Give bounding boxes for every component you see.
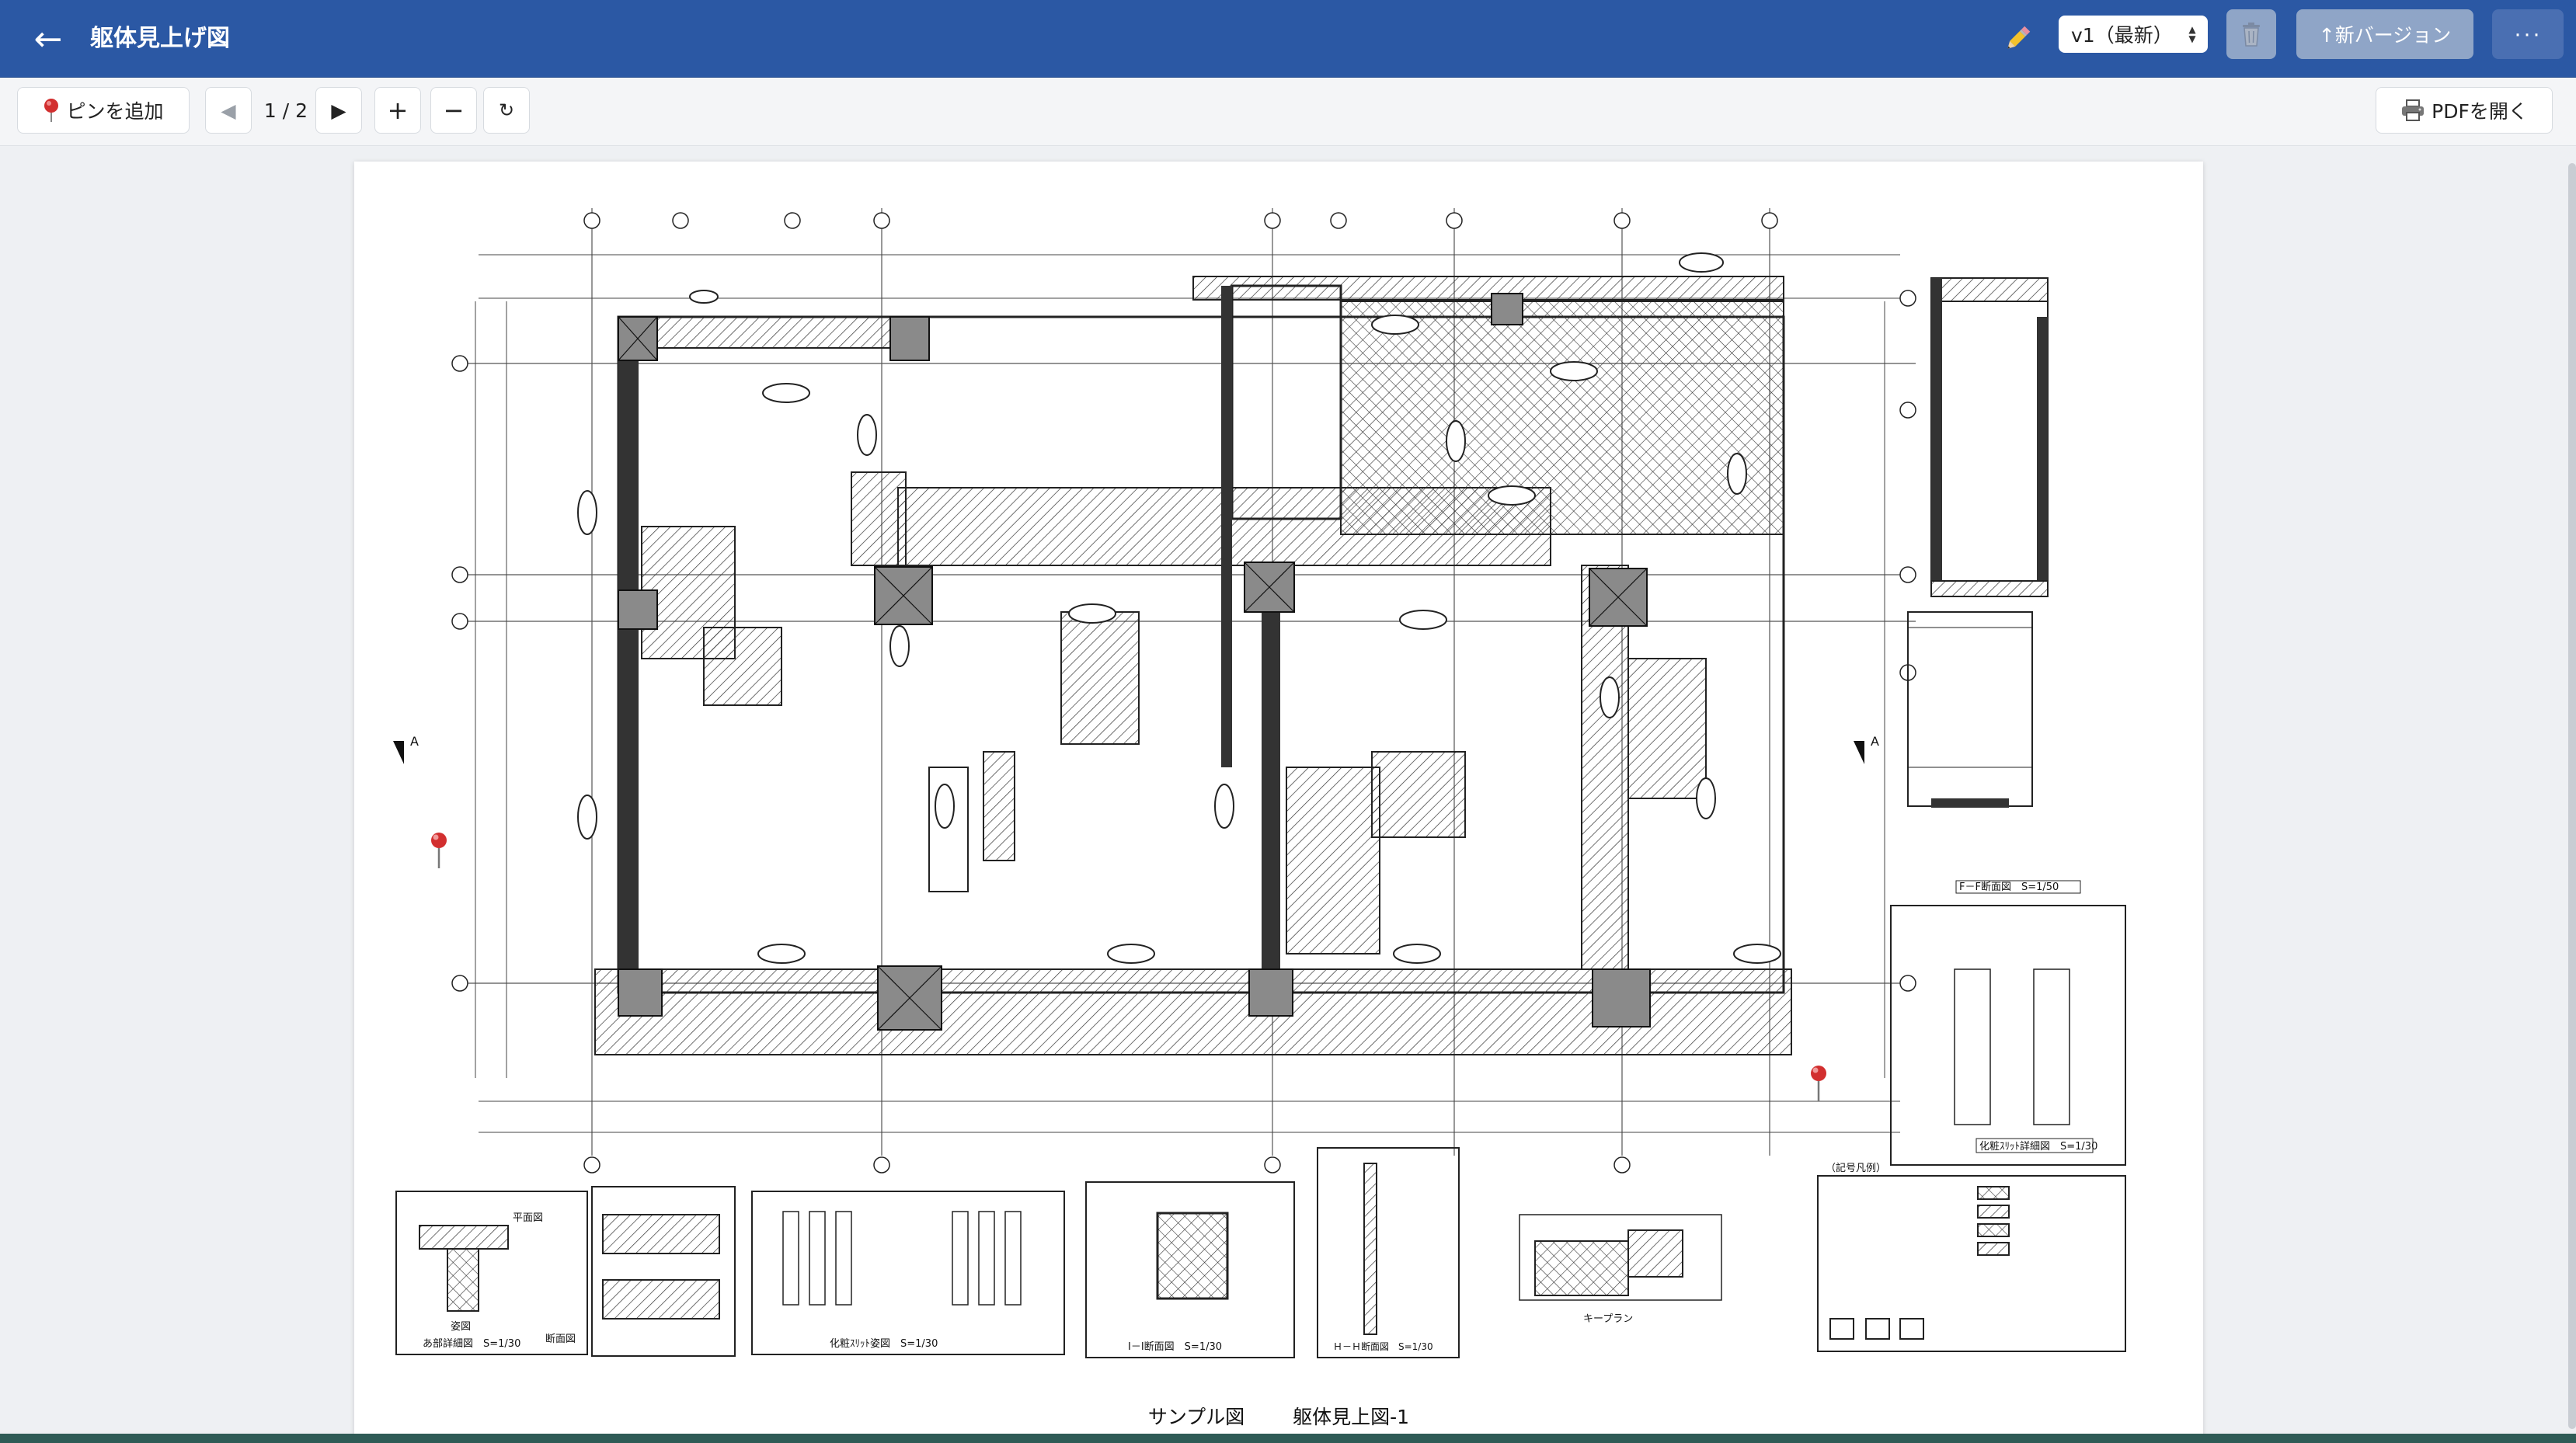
label-detail-hh: Ｈ－Ｈ断面図 S=1/30 bbox=[1333, 1340, 1433, 1352]
drawing-page[interactable]: A A F－F断面図 S=1/50 化粧ｽﾘｯﾄ詳細図 S=1/30 あ部詳細図… bbox=[354, 162, 2203, 1434]
label-detail-ii: Ⅰ－Ⅰ断面図 S=1/30 bbox=[1128, 1341, 1222, 1353]
version-select[interactable]: v1（最新） ▲ ▼ bbox=[2059, 16, 2208, 53]
map-pin-icon[interactable] bbox=[427, 831, 451, 870]
label-plan: 平面図 bbox=[513, 1212, 543, 1224]
pdf-viewer[interactable]: A A F－F断面図 S=1/50 化粧ｽﾘｯﾄ詳細図 S=1/30 あ部詳細図… bbox=[0, 146, 2576, 1434]
triangle-right-icon: ▶ bbox=[331, 99, 346, 122]
zoom-out-button[interactable]: − bbox=[430, 87, 477, 134]
chevron-updown-icon: ▲ ▼ bbox=[2188, 24, 2196, 44]
label-legend-title: （記号凡例） bbox=[1826, 1162, 1886, 1174]
delete-button[interactable] bbox=[2226, 9, 2276, 59]
app-header: ← 躯体見上げ図 v1（最新） ▲ ▼ ↑新バージョン ··· bbox=[0, 0, 2576, 78]
back-button[interactable]: ← bbox=[23, 14, 73, 64]
blueprint-drawing: A A F－F断面図 S=1/50 化粧ｽﾘｯﾄ詳細図 S=1/30 あ部詳細図… bbox=[393, 208, 2126, 1358]
add-pin-label: ピンを追加 bbox=[66, 100, 164, 123]
label-detail-a: あ部詳細図 S=1/30 bbox=[423, 1337, 520, 1350]
pencil-icon bbox=[2007, 26, 2031, 49]
page-title: 躯体見上げ図 bbox=[90, 25, 230, 52]
label-key-plan: キープラン bbox=[1583, 1313, 1633, 1325]
svg-text:A: A bbox=[1871, 734, 1879, 749]
edit-button[interactable] bbox=[1998, 17, 2037, 61]
label-section: 断面図 bbox=[545, 1333, 576, 1345]
bottom-edge bbox=[0, 1434, 2576, 1443]
label-slit-elev: 化粧ｽﾘｯﾄ姿図 S=1/30 bbox=[830, 1337, 938, 1350]
plus-icon: + bbox=[387, 96, 409, 125]
page-indicator: 1 / 2 bbox=[263, 99, 308, 122]
open-pdf-label: PDFを開く bbox=[2432, 100, 2528, 123]
label-ff-section: F－F断面図 S=1/50 bbox=[1959, 881, 2059, 893]
zoom-in-button[interactable]: + bbox=[374, 87, 421, 134]
version-select-value: v1（最新） bbox=[2071, 24, 2173, 47]
trash-icon bbox=[2243, 23, 2260, 47]
rotate-icon: ↻ bbox=[498, 99, 515, 121]
arrow-left-icon: ← bbox=[33, 19, 63, 59]
label-elevation: 姿図 bbox=[451, 1320, 471, 1333]
triangle-left-icon: ◀ bbox=[221, 99, 236, 122]
viewer-toolbar: ピンを追加 ◀ 1 / 2 ▶ + − ↻ PDFを開く bbox=[0, 78, 2576, 146]
svg-text:A: A bbox=[410, 734, 419, 749]
caption-left: サンプル図 bbox=[1147, 1406, 1245, 1428]
map-pin-icon[interactable] bbox=[1807, 1064, 1830, 1103]
prev-page-button[interactable]: ◀ bbox=[205, 87, 252, 134]
printer-icon bbox=[2402, 99, 2425, 121]
more-menu-button[interactable]: ··· bbox=[2492, 9, 2564, 59]
reset-view-button[interactable]: ↻ bbox=[483, 87, 530, 134]
add-pin-button[interactable]: ピンを追加 bbox=[17, 87, 190, 134]
drawing-caption: サンプル図 躯体見上図-1 bbox=[354, 1402, 2203, 1430]
next-page-button[interactable]: ▶ bbox=[315, 87, 362, 134]
minus-icon: − bbox=[443, 96, 465, 125]
caption-right: 躯体見上図-1 bbox=[1293, 1406, 1410, 1428]
new-version-button[interactable]: ↑新バージョン bbox=[2296, 9, 2473, 59]
open-pdf-button[interactable]: PDFを開く bbox=[2376, 87, 2553, 134]
map-pin-icon bbox=[44, 99, 59, 122]
vertical-scrollbar[interactable] bbox=[2568, 163, 2576, 1429]
new-version-label: ↑新バージョン bbox=[2318, 24, 2452, 47]
more-dots-icon: ··· bbox=[2514, 21, 2542, 47]
label-slit-detail: 化粧ｽﾘｯﾄ詳細図 S=1/30 bbox=[1979, 1140, 2097, 1153]
